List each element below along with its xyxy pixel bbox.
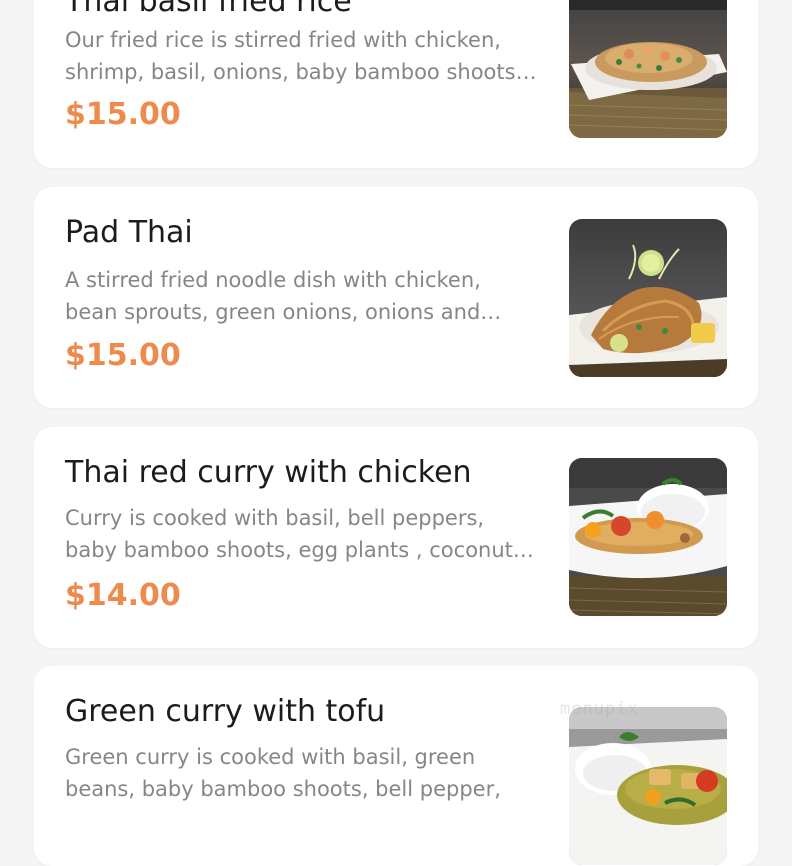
item-description-line: bean sprouts, green onions, onions and… [65, 300, 502, 324]
green-curry-photo[interactable] [569, 707, 727, 865]
item-name: Thai red curry with chicken [65, 455, 472, 490]
watermark: menupix [560, 699, 639, 719]
item-price: $15.00 [65, 97, 181, 132]
menu-item-card[interactable]: Pad Thai A stirred fried noodle dish wit… [34, 187, 758, 408]
item-description-line: Green curry is cooked with basil, green [65, 745, 476, 769]
item-description: Green curry is cooked with basil, green … [65, 741, 545, 805]
item-description-line: A stirred fried noodle dish with chicken… [65, 268, 481, 292]
item-description-line: Our fried rice is stirred fried with chi… [65, 28, 501, 52]
item-description: Curry is cooked with basil, bell peppers… [65, 502, 545, 566]
item-name: Green curry with tofu [65, 694, 386, 729]
item-name: Thai basil fried rice [65, 0, 352, 19]
menu-item-card[interactable]: Thai basil fried rice Our fried rice is … [34, 0, 758, 168]
menu-item-card[interactable]: Green curry with tofu Green curry is coo… [34, 666, 758, 866]
item-description-line: baby bamboo shoots, egg plants , coconut… [65, 538, 534, 562]
red-curry-photo[interactable] [569, 458, 727, 616]
menu-item-card[interactable]: Thai red curry with chicken Curry is coo… [34, 427, 758, 648]
item-description-line: shrimp, basil, onions, baby bamboo shoot… [65, 60, 537, 84]
item-description: Our fried rice is stirred fried with chi… [65, 24, 545, 88]
item-description-line: beans, baby bamboo shoots, bell pepper, [65, 777, 501, 801]
item-price: $14.00 [65, 578, 181, 613]
basil-fried-rice-photo[interactable] [569, 0, 727, 138]
menu-list: Thai basil fried rice Our fried rice is … [0, 0, 792, 866]
pad-thai-photo[interactable] [569, 219, 727, 377]
item-description: A stirred fried noodle dish with chicken… [65, 264, 545, 328]
item-name: Pad Thai [65, 215, 193, 250]
item-price: $15.00 [65, 338, 181, 373]
item-description-line: Curry is cooked with basil, bell peppers… [65, 506, 485, 530]
